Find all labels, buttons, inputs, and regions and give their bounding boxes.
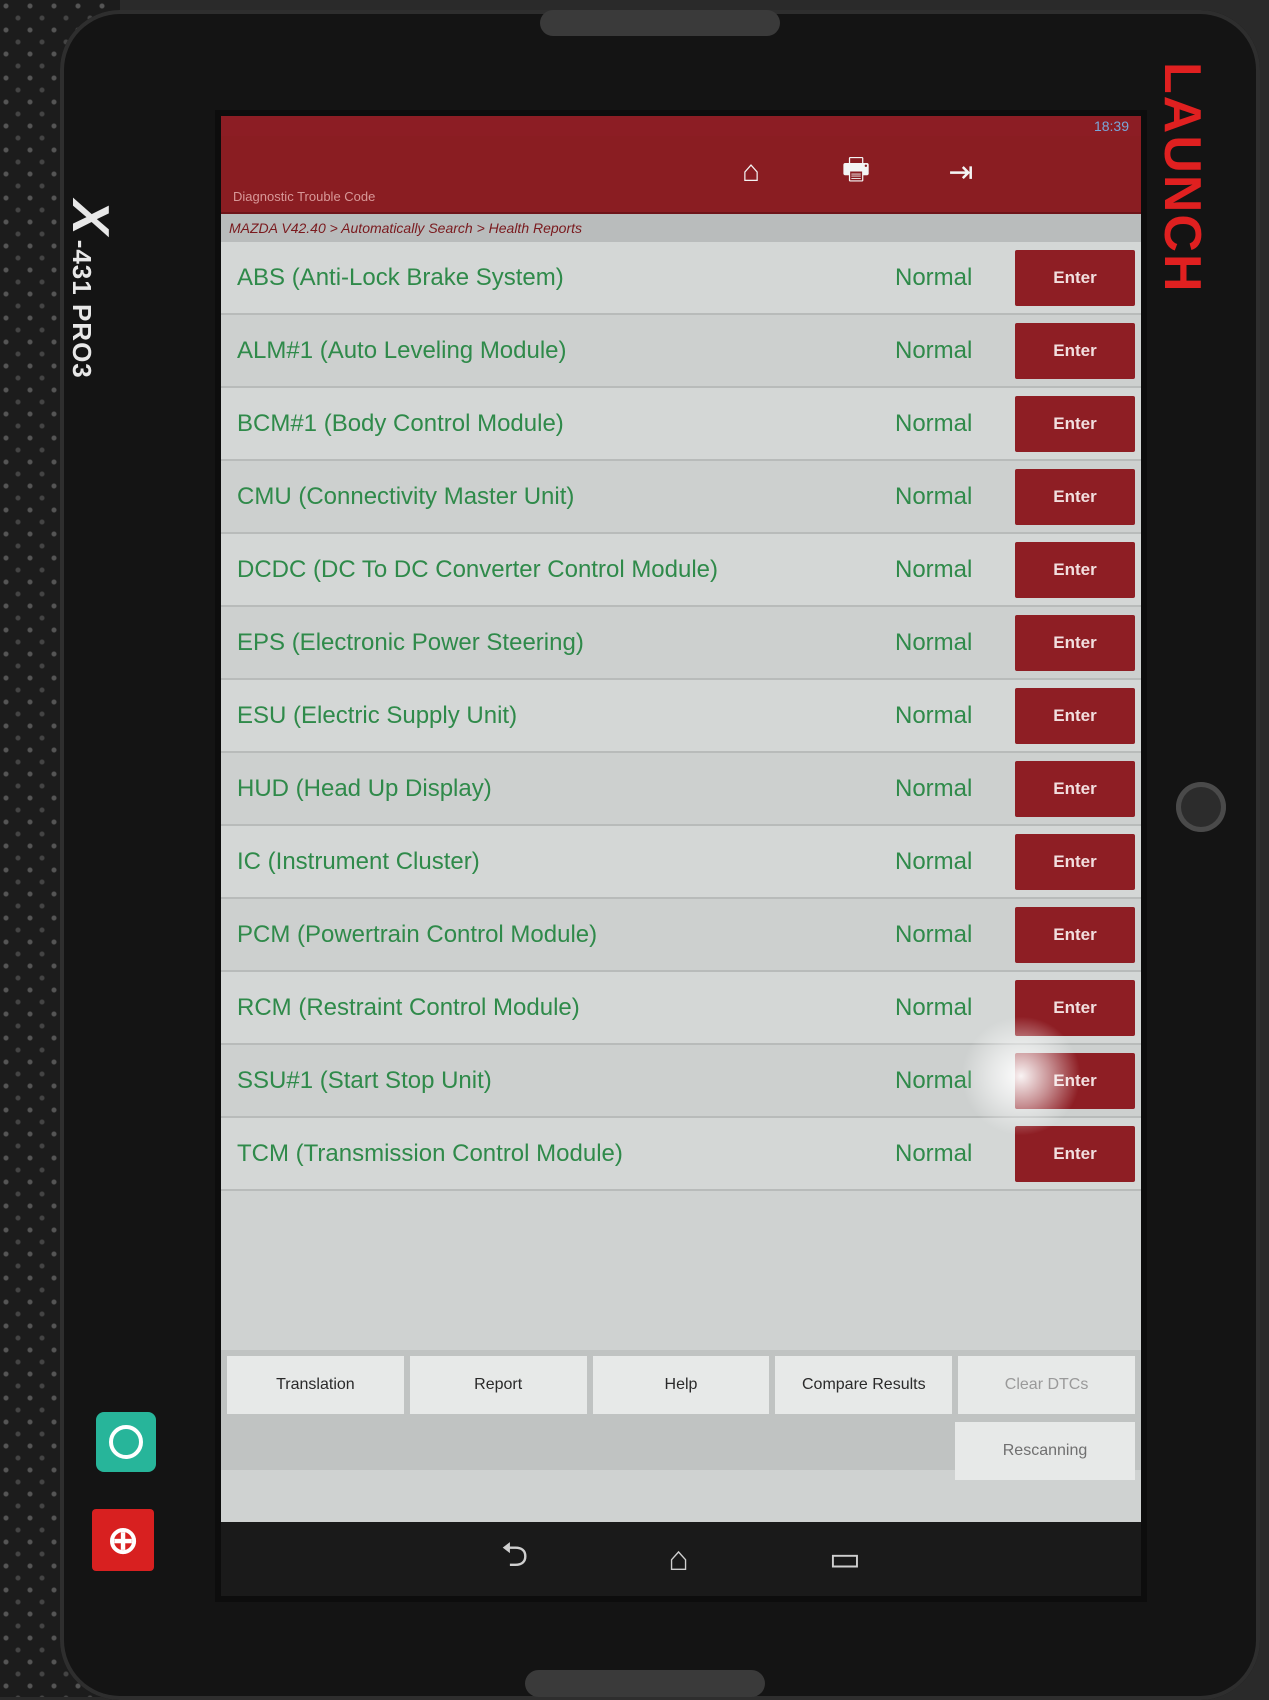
module-row: ALM#1 (Auto Leveling Module) Normal Enter	[221, 315, 1141, 388]
module-row: RCM (Restraint Control Module) Normal Ente…	[221, 972, 1141, 1045]
enter-button[interactable]: Enter	[1015, 614, 1135, 671]
bottom-toolbar: Translation Report Help Compare Results …	[221, 1350, 1141, 1480]
module-status: Normal	[895, 774, 973, 802]
translation-button[interactable]: Translation	[227, 1356, 404, 1414]
module-row: EPS (Electronic Power Steering) Normal Ent…	[221, 607, 1141, 680]
enter-button[interactable]: Enter	[1015, 395, 1135, 452]
module-name: CMU (Connectivity Master Unit)	[237, 482, 575, 510]
module-status: Normal	[895, 847, 973, 875]
model-name: -431 PRO3	[67, 239, 97, 379]
module-name: SSU#1 (Start Stop Unit)	[237, 1066, 492, 1094]
module-name: IC (Instrument Cluster)	[237, 847, 480, 875]
breadcrumb: MAZDA V42.40 > Automatically Search > He…	[221, 214, 1141, 242]
exit-icon[interactable]: ⇥	[941, 152, 981, 192]
module-status: Normal	[895, 555, 973, 583]
device-screen: 18:39 Diagnostic Trouble Code ⌂ 🖶 ⇥ MAZD…	[215, 110, 1147, 1602]
launch-app-icon[interactable]: ⊕	[92, 1509, 154, 1571]
device-model-label: X-431 PRO3	[60, 200, 120, 379]
module-name: ALM#1 (Auto Leveling Module)	[237, 336, 567, 364]
enter-button[interactable]: Enter	[1015, 906, 1135, 963]
report-button[interactable]: Report	[409, 1356, 587, 1414]
module-row: SSU#1 (Start Stop Unit) Normal Enter	[221, 1045, 1141, 1118]
module-status: Normal	[895, 993, 973, 1021]
module-row: TCM (Transmission Control Module) Normal E…	[221, 1118, 1141, 1191]
bottom-bumper	[525, 1670, 765, 1697]
model-prefix: X	[61, 200, 119, 236]
enter-button[interactable]: Enter	[1015, 1125, 1135, 1182]
enter-button[interactable]: Enter	[1015, 468, 1135, 525]
module-name: TCM (Transmission Control Module)	[237, 1139, 623, 1167]
page-title: Diagnostic Trouble Code	[233, 189, 376, 204]
module-status: Normal	[895, 920, 973, 948]
module-row: DCDC (DC To DC Converter Control Module)…	[221, 534, 1141, 607]
enter-button[interactable]: Enter	[1015, 1052, 1135, 1109]
module-row: CMU (Connectivity Master Unit) Normal Ente…	[221, 461, 1141, 534]
module-status: Normal	[895, 1139, 973, 1167]
module-name: BCM#1 (Body Control Module)	[237, 409, 564, 437]
module-row: BCM#1 (Body Control Module) Normal Enter	[221, 388, 1141, 461]
help-button[interactable]: Help	[592, 1356, 770, 1414]
module-name: ESU (Electric Supply Unit)	[237, 701, 518, 729]
module-name: RCM (Restraint Control Module)	[237, 993, 580, 1021]
module-row: ESU (Electric Supply Unit) Normal Enter	[221, 680, 1141, 753]
rescanning-button[interactable]: Rescanning	[955, 1422, 1135, 1480]
module-row: ABS (Anti-Lock Brake System) Normal Enter	[221, 242, 1141, 315]
module-name: DCDC (DC To DC Converter Control Module)	[237, 555, 719, 583]
module-row: PCM (Powertrain Control Module) Normal Ent…	[221, 899, 1141, 972]
module-status: Normal	[895, 628, 973, 656]
module-row: IC (Instrument Cluster) Normal Enter	[221, 826, 1141, 899]
enter-button[interactable]: Enter	[1015, 322, 1135, 379]
enter-button[interactable]: Enter	[1015, 687, 1135, 744]
side-button[interactable]	[1176, 782, 1226, 832]
back-icon[interactable]: ⮌	[501, 1531, 528, 1588]
enter-button[interactable]: Enter	[1015, 979, 1135, 1036]
camera-app-icon[interactable]	[96, 1412, 156, 1472]
home-nav-icon[interactable]: ⌂	[668, 1540, 689, 1579]
module-status: Normal	[895, 336, 973, 364]
module-name: HUD (Head Up Display)	[237, 774, 492, 802]
android-navbar: ⮌ ⌂ ▭	[221, 1522, 1141, 1596]
module-status: Normal	[895, 263, 973, 291]
module-name: EPS (Electronic Power Steering)	[237, 628, 584, 656]
module-status: Normal	[895, 701, 973, 729]
module-status: Normal	[895, 1066, 973, 1094]
compare-results-button[interactable]: Compare Results	[775, 1356, 953, 1414]
print-icon[interactable]: 🖶	[836, 152, 876, 192]
module-name: PCM (Powertrain Control Module)	[237, 920, 598, 948]
brand-logo: LAUNCH	[1153, 62, 1211, 294]
module-status: Normal	[895, 409, 973, 437]
app-header: Diagnostic Trouble Code ⌂ 🖶 ⇥	[221, 136, 1141, 214]
enter-button[interactable]: Enter	[1015, 541, 1135, 598]
home-icon[interactable]: ⌂	[731, 152, 771, 192]
clear-dtcs-button[interactable]: Clear DTCs	[958, 1356, 1135, 1414]
recent-apps-icon[interactable]: ▭	[829, 1539, 861, 1579]
enter-button[interactable]: Enter	[1015, 760, 1135, 817]
enter-button[interactable]: Enter	[1015, 833, 1135, 890]
module-row: HUD (Head Up Display) Normal Enter	[221, 753, 1141, 826]
module-list: ABS (Anti-Lock Brake System) Normal Enter A…	[221, 242, 1141, 1191]
status-bar: 18:39	[221, 116, 1141, 136]
module-name: ABS (Anti-Lock Brake System)	[237, 263, 564, 291]
module-status: Normal	[895, 482, 973, 510]
top-bumper	[540, 10, 780, 36]
clock: 18:39	[1093, 118, 1129, 134]
enter-button[interactable]: Enter	[1015, 249, 1135, 306]
